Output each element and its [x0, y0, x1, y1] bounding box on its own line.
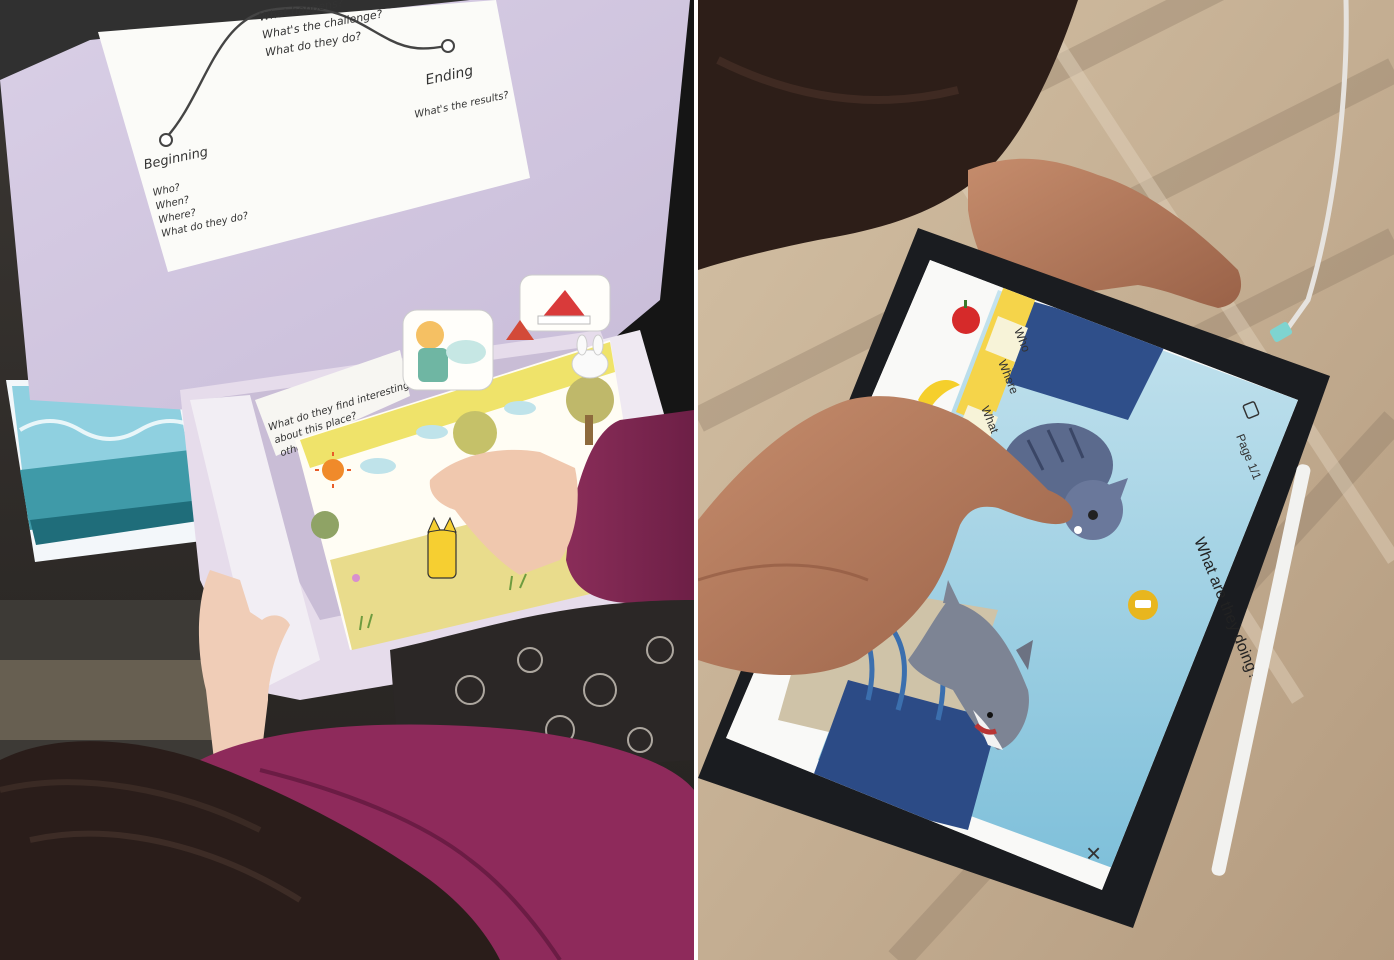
fairy-sticker — [402, 309, 494, 391]
left-photo: What happens? What's the challenge? What… — [0, 0, 694, 960]
santa-hat-stickers — [506, 274, 611, 340]
left-photo-scene: What happens? What's the challenge? What… — [0, 0, 694, 960]
close-button[interactable]: × — [1086, 838, 1101, 868]
right-photo-scene: Who Where What Page 1/1 What are they do… — [698, 0, 1394, 960]
child-back — [0, 724, 694, 960]
right-photo: Who Where What Page 1/1 What are they do… — [698, 0, 1394, 960]
